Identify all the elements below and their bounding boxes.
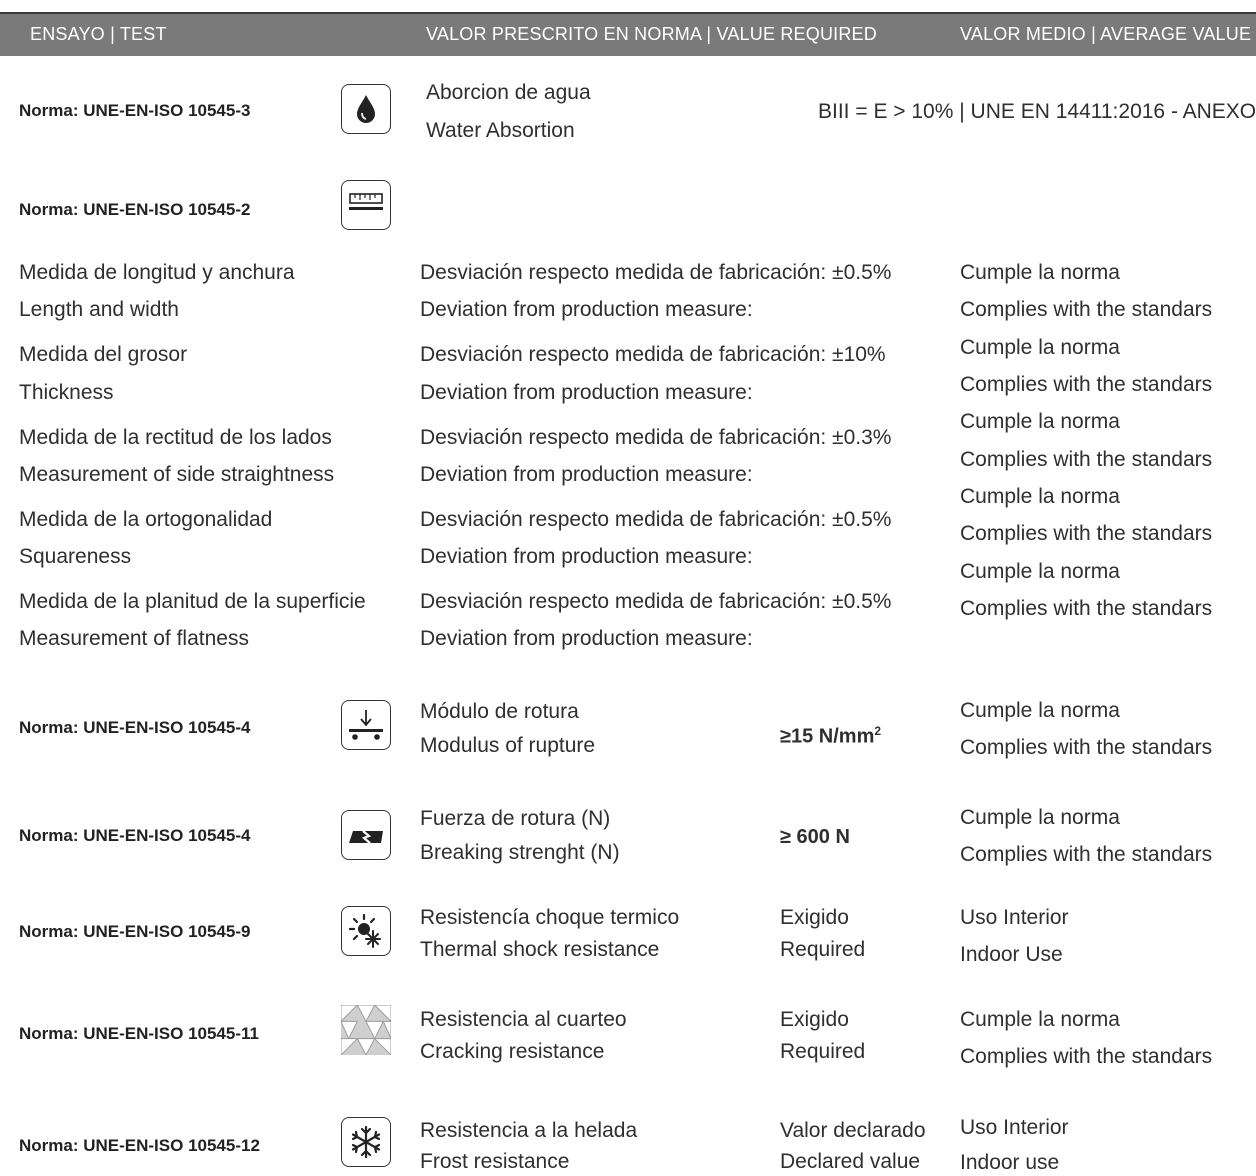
dim-req-en: Deviation from production measure:	[420, 545, 753, 568]
dim-req-en: Deviation from production measure:	[420, 298, 753, 321]
bending-test-icon	[341, 700, 391, 750]
norm-label: Norma: UNE-EN-ISO 10545-2	[19, 200, 251, 219]
required-en: Required	[780, 1040, 866, 1063]
result-en: Indoor Use	[960, 943, 1063, 966]
dim-req-es: Desviación respecto medida de fabricació…	[420, 261, 892, 284]
dim-res-en: Complies with the standars	[960, 597, 1213, 620]
norm-label: Norma: UNE-EN-ISO 10545-12	[19, 1136, 260, 1155]
required-es: Exigido	[780, 1008, 849, 1031]
dim-req-en: Deviation from production measure:	[420, 381, 753, 404]
result-en: Indoor use	[960, 1151, 1060, 1174]
dim-test-en: Measurement of flatness	[19, 627, 249, 650]
required-en: Required	[780, 938, 866, 961]
dim-res-es: Cumple la norma	[960, 410, 1120, 433]
dim-res-en: Complies with the standars	[960, 298, 1213, 321]
test-name-en: Water Absortion	[426, 119, 575, 142]
required-value-unit-exponent: 2	[874, 724, 882, 738]
broken-tile-icon	[341, 810, 391, 860]
dim-res-es: Cumple la norma	[960, 261, 1120, 284]
header-average-value: VALOR MEDIO | AVERAGE VALUE	[960, 24, 1252, 44]
dim-res-en: Complies with the standars	[960, 373, 1213, 396]
dim-res-es: Cumple la norma	[960, 560, 1120, 583]
dim-test-en: Measurement of side straightness	[19, 463, 335, 486]
crackle-pattern-icon	[341, 1005, 391, 1055]
result-en: Complies with the standars	[960, 736, 1213, 759]
dim-req-es: Desviación respecto medida de fabricació…	[420, 508, 892, 531]
required-value-text: ≥15 N/mm	[780, 725, 875, 748]
norm-label: Norma: UNE-EN-ISO 10545-4	[19, 718, 251, 737]
required-es: Valor declarado	[780, 1119, 926, 1142]
norm-label: Norma: UNE-EN-ISO 10545-11	[19, 1024, 259, 1043]
norm-label: Norma: UNE-EN-ISO 10545-9	[19, 922, 251, 941]
result-es: Uso Interior	[960, 906, 1069, 929]
result-es: Uso Interior	[960, 1116, 1069, 1139]
norm-label: Norma: UNE-EN-ISO 10545-3	[19, 101, 251, 120]
required-es: Exigido	[780, 906, 849, 929]
test-name-en: Breaking strenght (N)	[420, 841, 620, 864]
test-name-es: Fuerza de rotura (N)	[420, 807, 611, 830]
dim-req-en: Deviation from production measure:	[420, 627, 753, 650]
required-value: ≥15 N/mm2	[780, 718, 881, 750]
required-en: Declared value	[780, 1150, 921, 1173]
ruler-icon	[341, 180, 391, 230]
dim-req-es: Desviación respecto medida de fabricació…	[420, 590, 892, 613]
test-name-en: Frost resistance	[420, 1150, 570, 1173]
dim-res-en: Complies with the standars	[960, 448, 1213, 471]
result-es: Cumple la norma	[960, 1008, 1120, 1031]
sun-snowflake-icon	[341, 906, 391, 956]
dim-test-es: Medida de la planitud de la superficie	[19, 590, 366, 613]
result-es: Cumple la norma	[960, 699, 1120, 722]
header-value-required: VALOR PRESCRITO EN NORMA | VALUE REQUIRE…	[426, 24, 877, 44]
test-name-es: Aborcion de agua	[426, 81, 591, 104]
test-name-es: Resistencia a la helada	[420, 1119, 638, 1142]
test-name-es: Resistencía choque termico	[420, 906, 680, 929]
dim-test-es: Medida del grosor	[19, 343, 188, 366]
result-en: Complies with the standars	[960, 1045, 1213, 1068]
dim-test-es: Medida de la ortogonalidad	[19, 508, 273, 531]
dim-test-es: Medida de la rectitud de los lados	[19, 426, 332, 449]
test-name-es: Resistencia al cuarteo	[420, 1008, 627, 1031]
water-drop-icon	[341, 84, 391, 134]
dim-test-en: Length and width	[19, 298, 179, 321]
header-test: ENSAYO | TEST	[30, 24, 167, 44]
norm-label: Norma: UNE-EN-ISO 10545-4	[19, 826, 251, 845]
dim-req-es: Desviación respecto medida de fabricació…	[420, 426, 892, 449]
dim-req-es: Desviación respecto medida de fabricació…	[420, 343, 886, 366]
dim-res-es: Cumple la norma	[960, 485, 1120, 508]
result-en: Complies with the standars	[960, 843, 1213, 866]
dim-req-en: Deviation from production measure:	[420, 463, 753, 486]
test-name-en: Modulus of rupture	[420, 734, 596, 757]
test-name-en: Cracking resistance	[420, 1040, 605, 1063]
dim-test-en: Squareness	[19, 545, 132, 568]
dim-res-en: Complies with the standars	[960, 522, 1213, 545]
test-name-en: Thermal shock resistance	[420, 938, 660, 961]
required-value: ≥ 600 N	[780, 826, 850, 848]
dim-res-es: Cumple la norma	[960, 336, 1120, 359]
water-absorption-value: BIII = E > 10% | UNE EN 14411:2016 - ANE…	[818, 100, 1256, 123]
test-name-es: Módulo de rotura	[420, 700, 579, 723]
snowflake-icon	[341, 1117, 391, 1167]
dim-test-es: Medida de longitud y anchura	[19, 261, 295, 284]
dim-test-en: Thickness	[19, 381, 114, 404]
result-es: Cumple la norma	[960, 806, 1120, 829]
